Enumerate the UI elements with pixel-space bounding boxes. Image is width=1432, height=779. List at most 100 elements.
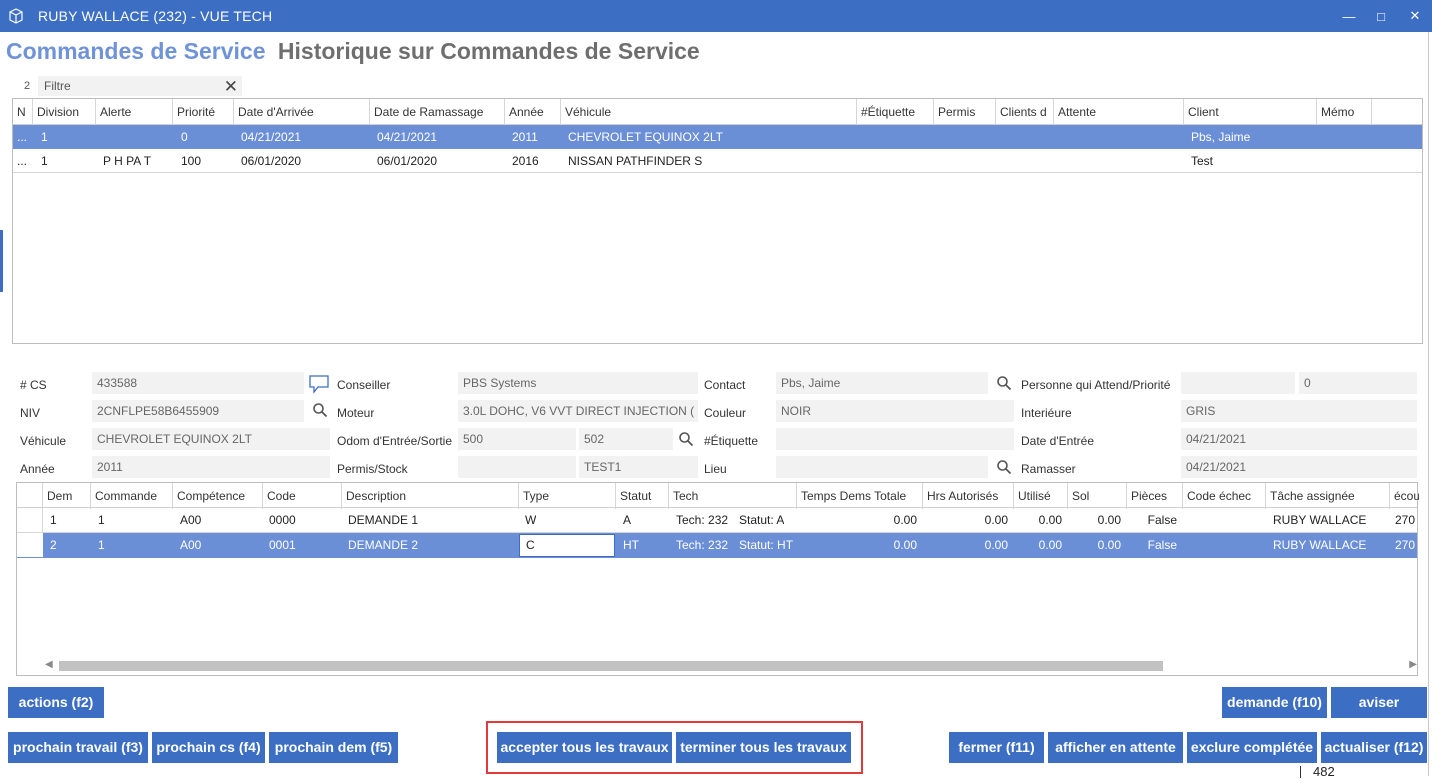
horizontal-scrollbar[interactable]: ◀ ▶ — [45, 659, 1417, 671]
cell-type-editor[interactable]: C — [519, 534, 615, 557]
col-header-code[interactable]: Code — [263, 483, 342, 509]
stock-field[interactable]: TEST1 — [579, 456, 698, 478]
ramasser-field[interactable]: 04/21/2021 — [1181, 456, 1417, 478]
table-row[interactable]: ... 1 0 04/21/2021 04/21/2021 2011 CHEVR… — [13, 125, 1422, 149]
cell-tache: RUBY WALLACE — [1273, 513, 1367, 527]
col-header-description[interactable]: Description — [342, 483, 519, 509]
annee-field[interactable]: 2011 — [92, 456, 330, 478]
couleur-field[interactable]: NOIR — [776, 400, 1014, 422]
filter-input[interactable]: Filtre ✕ — [38, 76, 242, 96]
col-header-memo[interactable]: Mémo — [1317, 99, 1372, 125]
actualiser-button[interactable]: actualiser (f12) — [1321, 732, 1427, 763]
moteur-field[interactable]: 3.0L DOHC, V6 VVT DIRECT INJECTION ( — [458, 400, 698, 422]
col-header-competence[interactable]: Compétence — [173, 483, 263, 509]
table-row[interactable]: 1 1 A00 0000 DEMANDE 1 W A Tech: 232 Sta… — [17, 508, 1417, 533]
search-contact-icon[interactable] — [996, 375, 1012, 391]
clear-filter-icon[interactable]: ✕ — [224, 77, 238, 97]
fermer-button[interactable]: fermer (f11) — [949, 732, 1044, 763]
cell-pieces: False — [1147, 513, 1177, 527]
window-edge-accent — [0, 230, 3, 292]
search-odom-icon[interactable] — [678, 431, 694, 447]
demande-button[interactable]: demande (f10) — [1222, 687, 1327, 718]
col-header-attente[interactable]: Attente — [1054, 99, 1184, 125]
prochain-dem-button[interactable]: prochain dem (f5) — [269, 732, 398, 763]
col-header-client[interactable]: Client — [1184, 99, 1317, 125]
col-header-clients[interactable]: Clients d — [996, 99, 1054, 125]
cell-date-arrivee: 06/01/2020 — [241, 154, 302, 168]
col-header-ecou[interactable]: écou — [1390, 483, 1419, 509]
cell-tech-statut: Statut: HT — [739, 538, 794, 552]
row-indicator — [17, 533, 43, 557]
table-row[interactable]: 2 1 A00 0001 DEMANDE 2 C HT Tech: 232 St… — [17, 533, 1417, 558]
maximize-button[interactable]: □ — [1366, 0, 1396, 32]
col-header-statut[interactable]: Statut — [616, 483, 669, 509]
conseiller-label: Conseiller — [337, 378, 391, 392]
tab-commandes-de-service[interactable]: Commandes de Service — [6, 38, 266, 64]
odom-entree-field[interactable]: 500 — [458, 428, 576, 450]
cell-competence: A00 — [180, 513, 202, 527]
col-header-tache[interactable]: Tâche assignée — [1266, 483, 1390, 509]
niv-field[interactable]: 2CNFLPE58B6455909 — [92, 400, 304, 422]
scrollbar-thumb[interactable] — [59, 661, 1163, 671]
col-header-annee[interactable]: Année — [505, 99, 561, 125]
aviser-button[interactable]: aviser — [1331, 687, 1427, 718]
cell-type[interactable]: W — [519, 508, 536, 532]
col-header-date-arrivee[interactable]: Date d'Arrivée — [234, 99, 370, 125]
prochain-cs-button[interactable]: prochain cs (f4) — [152, 732, 265, 763]
col-header-hrs-autorises[interactable]: Hrs Autorisés — [923, 483, 1014, 509]
col-header-temps-dems[interactable]: Temps Dems Totale — [797, 483, 923, 509]
interieure-field[interactable]: GRIS — [1181, 400, 1417, 422]
col-header-type[interactable]: Type — [519, 483, 616, 509]
cell-client: Pbs, Jaime — [1191, 130, 1251, 144]
page-tabs: Commandes de Service Historique sur Comm… — [6, 38, 700, 65]
cell-priorite: 0 — [181, 130, 188, 144]
col-header-etiquette[interactable]: #Étiquette — [857, 99, 934, 125]
col-header-tech[interactable]: Tech — [669, 483, 797, 509]
search-niv-icon[interactable] — [312, 402, 328, 418]
col-header-pieces[interactable]: Pièces — [1127, 483, 1183, 509]
permis-field[interactable] — [458, 456, 576, 478]
actions-button[interactable]: actions (f2) — [8, 687, 104, 718]
date-entree-field[interactable]: 04/21/2021 — [1181, 428, 1417, 450]
cell-vehicule: NISSAN PATHFINDER S — [568, 154, 703, 168]
window-right-border — [1428, 32, 1429, 776]
cell-pieces: False — [1147, 538, 1177, 552]
col-header-division[interactable]: Division — [33, 99, 96, 125]
afficher-en-attente-button[interactable]: afficher en attente — [1048, 732, 1183, 763]
cs-field[interactable]: 433588 — [92, 372, 304, 394]
table-row[interactable]: ... 1 P H PA T 100 06/01/2020 06/01/2020… — [13, 149, 1422, 173]
col-header-alerte[interactable]: Alerte — [96, 99, 173, 125]
col-header-vehicule[interactable]: Véhicule — [561, 99, 857, 125]
search-lieu-icon[interactable] — [996, 459, 1012, 475]
conseiller-field[interactable]: PBS Systems — [458, 372, 698, 394]
comment-bubble-icon[interactable] — [308, 374, 330, 394]
contact-field[interactable]: Pbs, Jaime — [776, 372, 988, 394]
col-header-dem[interactable]: Dem — [43, 483, 91, 509]
etiquette-field[interactable] — [776, 428, 1014, 450]
cell-alerte — [97, 125, 103, 149]
col-header-code-echec[interactable]: Code échec — [1183, 483, 1266, 509]
exclure-completee-button[interactable]: exclure complétée — [1187, 732, 1317, 763]
odom-sortie-field[interactable]: 502 — [579, 428, 673, 450]
cell-utilise: 0.00 — [1038, 538, 1062, 552]
col-header-sol[interactable]: Sol — [1068, 483, 1127, 509]
col-header-utilise[interactable]: Utilisé — [1014, 483, 1068, 509]
cell-hrs: 0.00 — [984, 513, 1008, 527]
prochain-travail-button[interactable]: prochain travail (f3) — [8, 732, 148, 763]
personne-attend-field[interactable] — [1181, 372, 1295, 394]
col-header-n[interactable]: N — [13, 99, 33, 125]
vehicule-field[interactable]: CHEVROLET EQUINOX 2LT — [92, 428, 330, 450]
lieu-field[interactable] — [776, 456, 988, 478]
permis-stock-label: Permis/Stock — [337, 462, 408, 476]
col-header-priorite[interactable]: Priorité — [173, 99, 234, 125]
col-header-date-ramassage[interactable]: Date de Ramassage — [370, 99, 505, 125]
minimize-button[interactable]: — — [1334, 0, 1364, 32]
scroll-right-arrow-icon[interactable]: ▶ — [1409, 659, 1417, 670]
cell-date-arrivee: 04/21/2021 — [241, 130, 302, 144]
close-button[interactable]: ✕ — [1400, 0, 1430, 32]
scroll-left-arrow-icon[interactable]: ◀ — [45, 659, 53, 670]
priorite-field[interactable]: 0 — [1299, 372, 1417, 394]
col-header-commande[interactable]: Commande — [91, 483, 173, 509]
tab-historique[interactable]: Historique sur Commandes de Service — [278, 38, 700, 64]
col-header-permis[interactable]: Permis — [934, 99, 996, 125]
